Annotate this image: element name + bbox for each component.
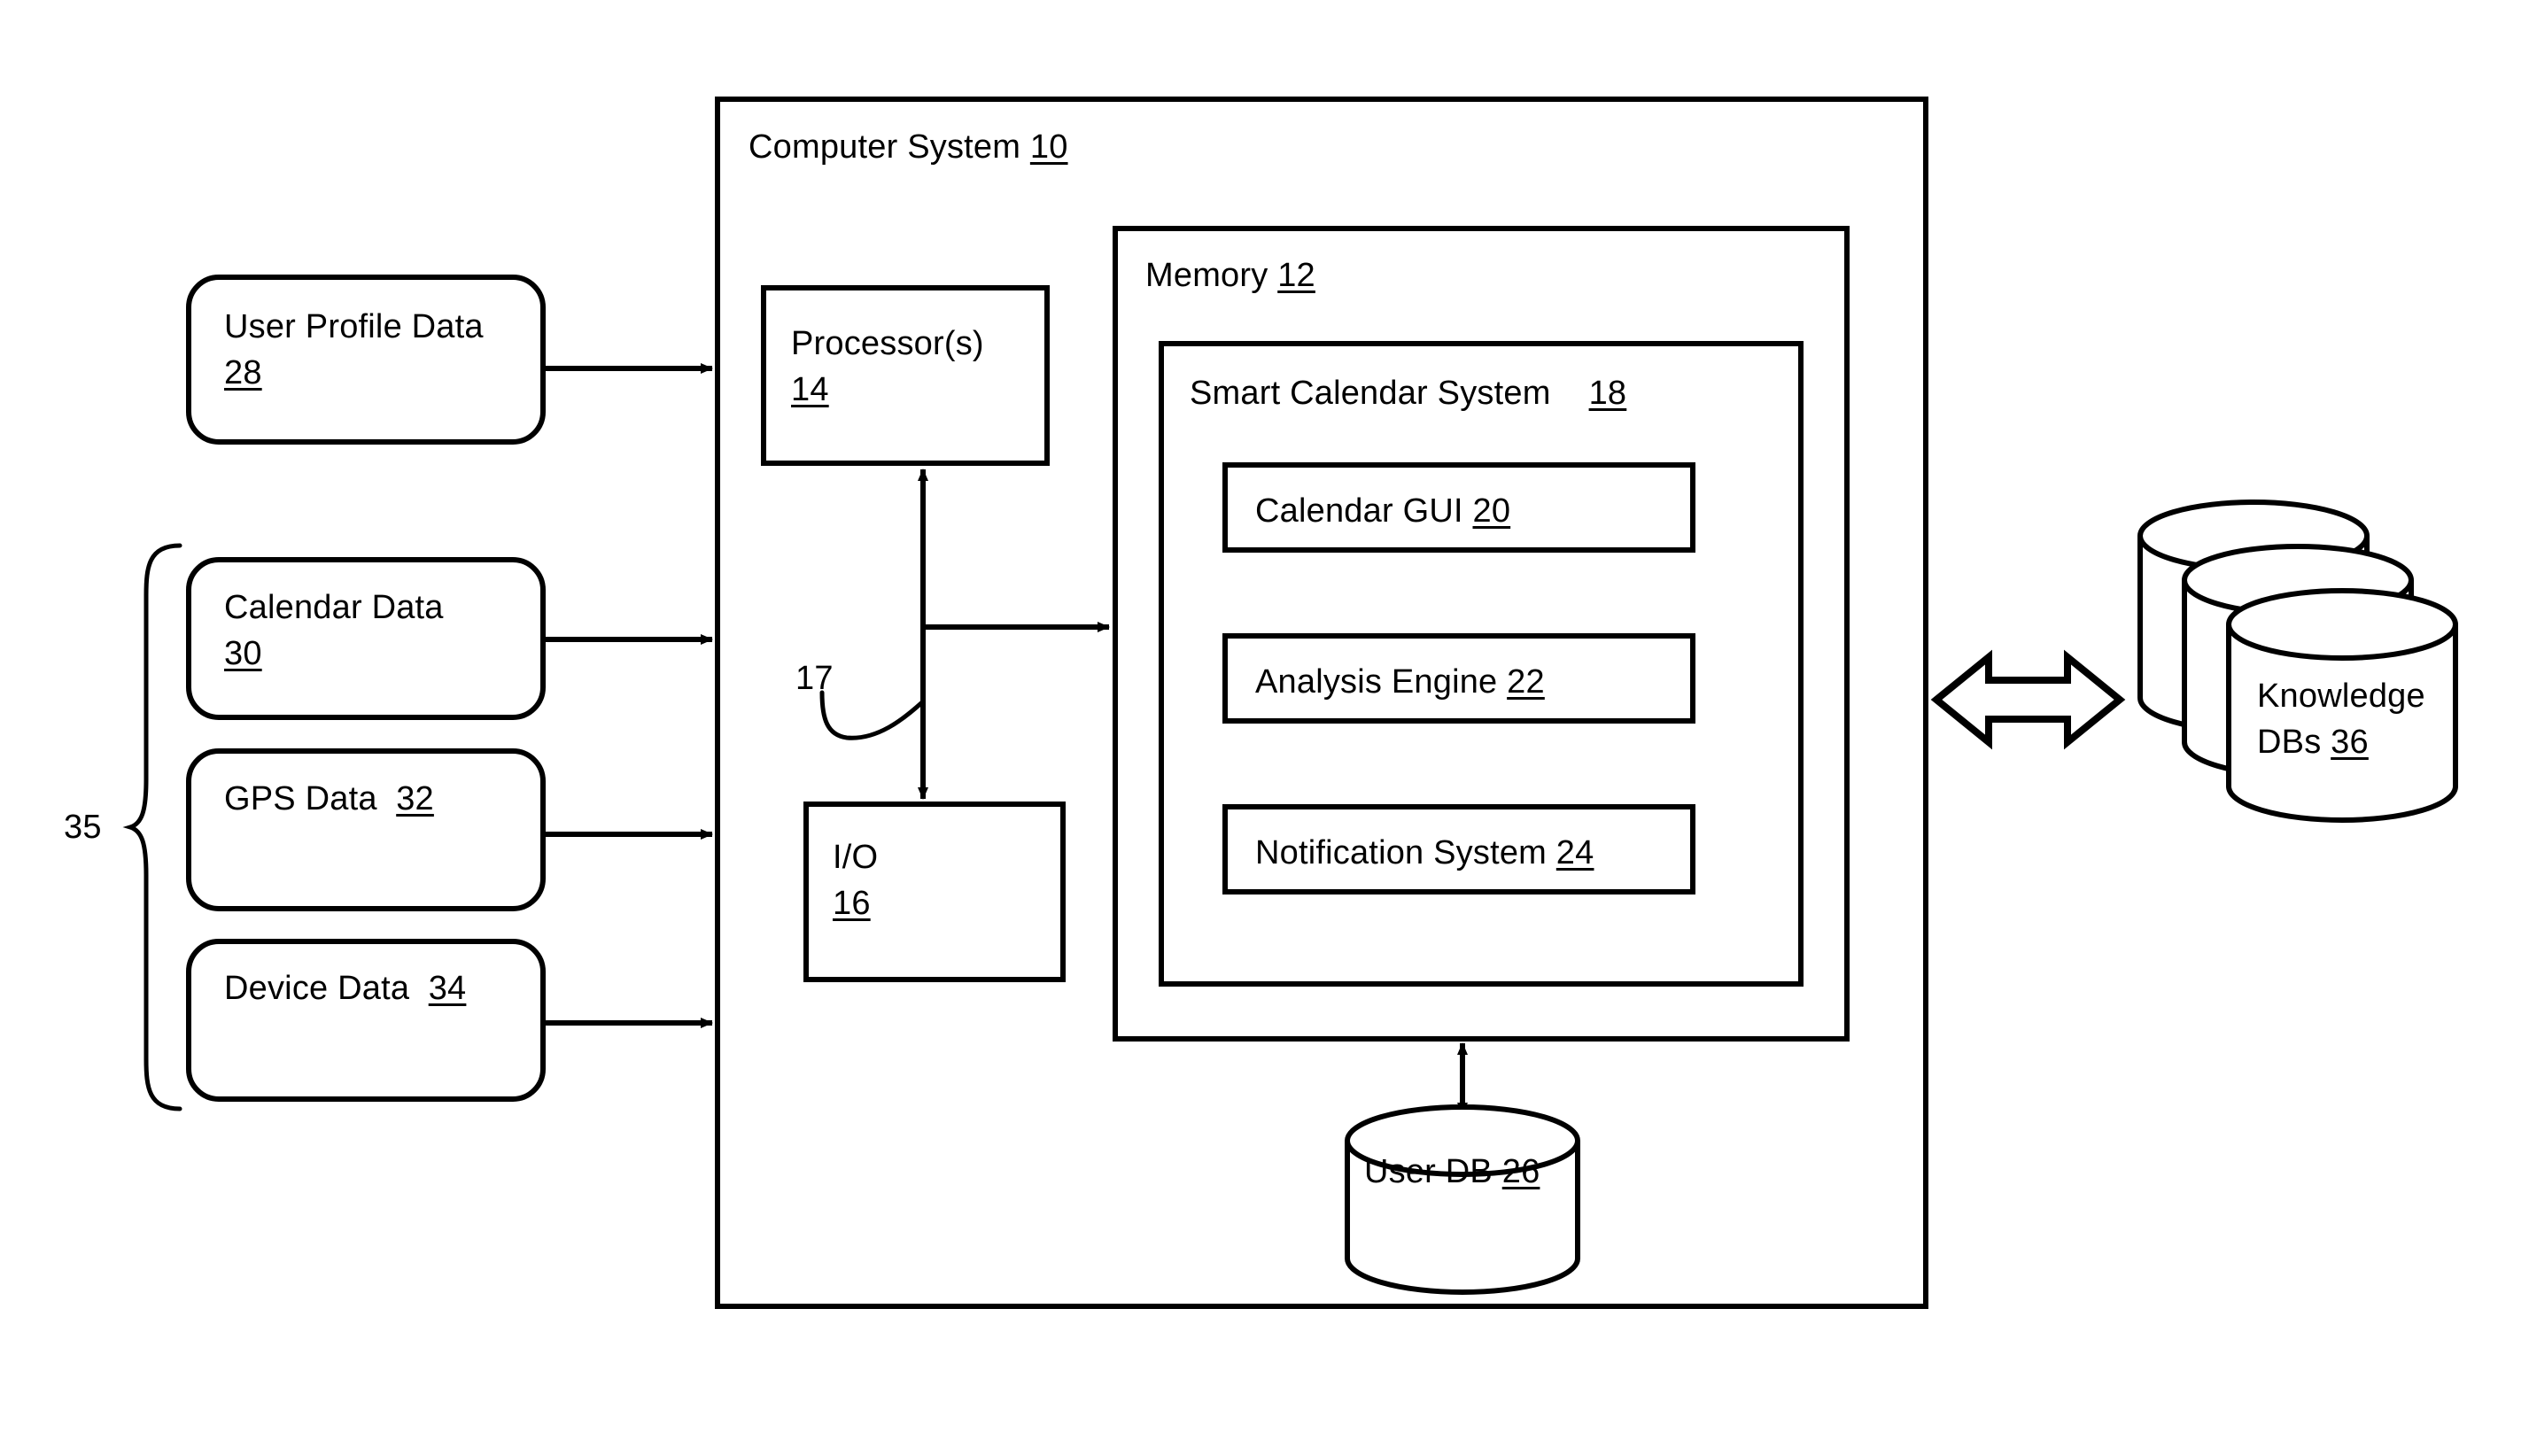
calendar-data-label: Calendar Data 30 <box>224 585 444 678</box>
calendar-data-ref: 30 <box>224 635 262 673</box>
gps-data-label: GPS Data 32 <box>224 776 434 822</box>
device-data-ref: 34 <box>428 970 467 1007</box>
gps-data-box <box>186 748 546 911</box>
processor-label-text: Processor(s) <box>791 325 984 362</box>
knowledge-dbs-label: Knowledge DBs 36 <box>2257 673 2425 766</box>
knowledge-db-bidirectional-arrow <box>1930 649 2126 750</box>
user-db-label: User DB 26 <box>1364 1149 1540 1195</box>
smart-calendar-system-ref: 18 <box>1588 375 1627 412</box>
input-group-ref-label: 35 <box>64 809 102 846</box>
memory-label-text: Memory <box>1145 257 1278 294</box>
processor-ref: 14 <box>791 371 829 409</box>
analysis-engine-label-text: Analysis Engine <box>1255 663 1508 701</box>
memory-ref: 12 <box>1277 257 1315 294</box>
computer-system-label: Computer System 10 <box>749 124 1068 170</box>
user-profile-data-ref: 28 <box>224 354 262 392</box>
diagram-vector-layer <box>122 97 2458 1309</box>
knowledge-dbs-label-line1: Knowledge <box>2257 678 2425 715</box>
user-db-cylinder <box>1345 1104 1580 1295</box>
notification-system-ref: 24 <box>1555 834 1594 871</box>
memory-box <box>1113 226 1850 1042</box>
calendar-gui-ref: 20 <box>1472 492 1511 530</box>
io-label: I/O 16 <box>833 834 878 927</box>
bus-reference-leader <box>819 690 925 740</box>
memory-label: Memory 12 <box>1145 252 1315 298</box>
notification-system-label-text: Notification System <box>1255 834 1556 871</box>
calendar-gui-label: Calendar GUI 20 <box>1255 488 1510 534</box>
calendar-gui-label-text: Calendar GUI <box>1255 492 1473 530</box>
gps-data-label-text: GPS Data <box>224 780 397 817</box>
device-data-label-text: Device Data <box>224 970 429 1007</box>
knowledge-dbs-ref: 36 <box>2331 724 2369 762</box>
device-data-label: Device Data 34 <box>224 965 466 1011</box>
analysis-engine-label: Analysis Engine 22 <box>1255 659 1545 705</box>
smart-calendar-system-label-text: Smart Calendar System <box>1190 375 1589 412</box>
computer-system-ref: 10 <box>1029 128 1068 166</box>
knowledge-dbs-cylinder-stack <box>2137 500 2458 823</box>
io-ref: 16 <box>833 885 871 923</box>
analysis-engine-ref: 22 <box>1507 663 1545 701</box>
smart-calendar-system-label: Smart Calendar System 18 <box>1190 370 1626 416</box>
gps-data-ref: 32 <box>396 780 434 817</box>
user-profile-data-label-text: User Profile Data <box>224 308 484 345</box>
io-label-text: I/O <box>833 839 879 876</box>
calendar-data-label-text: Calendar Data <box>224 589 444 626</box>
computer-system-label-text: Computer System <box>749 128 1030 166</box>
user-profile-data-label: User Profile Data 28 <box>224 304 484 397</box>
knowledge-dbs-label-line2: DBs <box>2257 724 2331 762</box>
bus-ref-label: 17 <box>795 660 834 697</box>
notification-system-label: Notification System 24 <box>1255 830 1594 876</box>
user-db-label-text: User DB <box>1364 1153 1502 1190</box>
user-db-ref: 26 <box>1501 1153 1540 1190</box>
input-group-brace <box>122 543 182 1111</box>
processor-label: Processor(s) 14 <box>791 321 984 414</box>
diagram-canvas: Computer System 10 Processor(s) 14 I/O 16 … <box>0 0 2529 1456</box>
